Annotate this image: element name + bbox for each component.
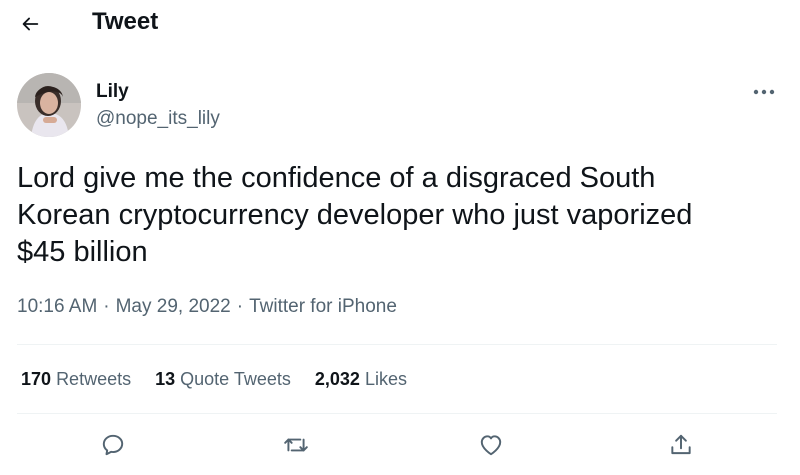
- divider: [17, 344, 777, 345]
- share-icon: [671, 434, 691, 455]
- likes-count: 2,032: [314, 369, 360, 389]
- tweet-meta: 10:16 AM · May 29, 2022 · Twitter for iPhone: [17, 294, 397, 320]
- avatar[interactable]: [17, 73, 81, 137]
- tweet-detail-page: Tweet Lily @nope_its_lily Lord give me t…: [0, 0, 800, 475]
- tweet-date[interactable]: May 29, 2022: [116, 296, 231, 317]
- like-icon: [480, 435, 502, 456]
- arrow-left-icon: [22, 17, 39, 31]
- retweets-count: 170: [21, 369, 52, 389]
- quote-tweets-count: 13: [155, 369, 176, 389]
- divider: [17, 413, 777, 414]
- retweets-stat[interactable]: 170 Retweets: [21, 367, 131, 391]
- likes-stat[interactable]: 2,032 Likes: [315, 367, 407, 391]
- reply-button[interactable]: [96, 428, 130, 462]
- retweets-label: Retweets: [56, 369, 132, 389]
- page-title: Tweet: [92, 8, 159, 35]
- tweet-stats: 170 Retweets 13 Quote Tweets 2,032 Likes: [21, 367, 431, 391]
- quote-tweets-stat[interactable]: 13 Quote Tweets: [155, 367, 291, 391]
- avatar-photo: [17, 73, 81, 137]
- like-button[interactable]: [474, 428, 508, 462]
- tweet-text: Lord give me the confidence of a disgrac…: [17, 162, 693, 268]
- more-options-button[interactable]: [748, 78, 780, 106]
- header-bar: Tweet: [0, 0, 800, 46]
- quote-tweets-label: Quote Tweets: [180, 369, 291, 389]
- retweet-button[interactable]: [279, 428, 313, 462]
- tweet-source[interactable]: Twitter for iPhone: [249, 296, 397, 317]
- reply-icon: [102, 434, 124, 456]
- retweet-icon: [284, 438, 308, 452]
- back-button[interactable]: [12, 6, 48, 42]
- tweet-time[interactable]: 10:16 AM: [17, 296, 97, 317]
- meta-separator: ·: [236, 296, 244, 317]
- more-dots-icon: [753, 89, 775, 95]
- author-name[interactable]: Lily: [96, 80, 129, 104]
- likes-label: Likes: [364, 369, 407, 389]
- share-button[interactable]: [664, 428, 698, 462]
- author-handle[interactable]: @nope_its_lily: [96, 107, 220, 131]
- meta-separator: ·: [103, 296, 110, 317]
